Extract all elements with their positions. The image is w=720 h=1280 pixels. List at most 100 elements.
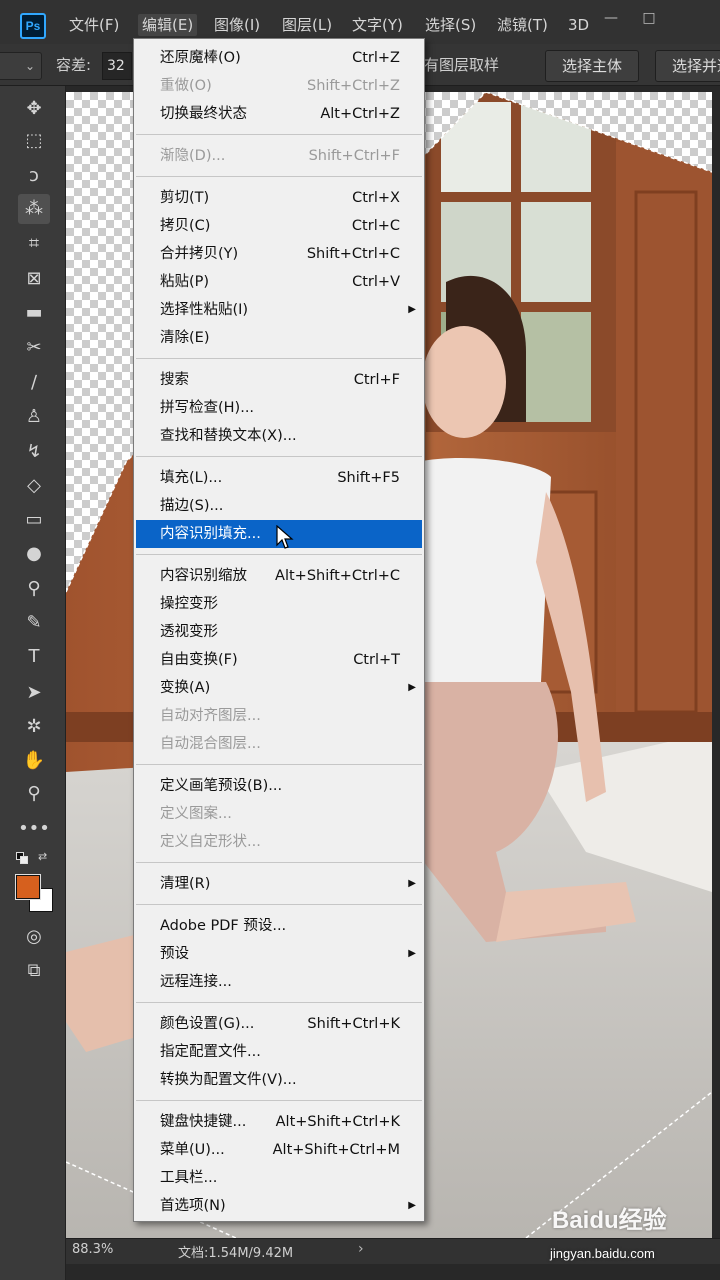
menu-item-shortcut: Ctrl+X xyxy=(352,190,400,206)
menu-item[interactable]: 拷贝(C) Ctrl+C xyxy=(136,212,422,240)
menu-separator xyxy=(136,1100,422,1101)
menu-item[interactable]: 填充(L)... Shift+F5 xyxy=(136,464,422,492)
gradient-tool-icon[interactable]: ▭ xyxy=(18,505,50,535)
menu-item[interactable]: 清理(R) ▶ xyxy=(136,870,422,898)
menu-item-label: 清除(E) xyxy=(160,330,210,346)
menu-separator xyxy=(136,134,422,135)
default-colors-icon[interactable] xyxy=(16,852,28,864)
menu-item[interactable]: 指定配置文件... xyxy=(136,1038,422,1066)
crop-tool-icon[interactable]: ⌗ xyxy=(18,229,50,259)
menu-item[interactable]: 还原魔棒(O) Ctrl+Z xyxy=(136,44,422,72)
menu-separator xyxy=(136,358,422,359)
frame-tool-icon[interactable]: ⊠ xyxy=(18,264,50,294)
menu-item[interactable]: 合并拷贝(Y) Shift+Ctrl+C xyxy=(136,240,422,268)
submenu-arrow-icon: ▶ xyxy=(408,878,416,889)
menu-3d[interactable]: 3D xyxy=(568,14,589,36)
menu-edit[interactable]: 编辑(E) xyxy=(138,14,198,36)
custom-shape-tool-icon[interactable]: ✲ xyxy=(18,712,50,742)
menu-item[interactable]: 内容识别缩放 Alt+Shift+Ctrl+C xyxy=(136,562,422,590)
menu-item-label: 变换(A) xyxy=(160,680,211,696)
menu-separator xyxy=(136,764,422,765)
menu-item[interactable]: 描边(S)... xyxy=(136,492,422,520)
status-menu-arrow-icon[interactable]: › xyxy=(358,1241,364,1257)
menu-item-label: 选择性粘贴(I) xyxy=(160,302,249,318)
menu-item[interactable]: 工具栏... xyxy=(136,1164,422,1192)
select-and-mask-button[interactable]: 选择并遮 xyxy=(655,50,720,82)
menu-item[interactable]: 选择性粘贴(I) ▶ xyxy=(136,296,422,324)
lasso-tool-icon[interactable]: ↄ xyxy=(18,161,50,191)
menu-file[interactable]: 文件(F) xyxy=(69,14,119,36)
menu-item-label: 还原魔棒(O) xyxy=(160,50,241,66)
pen-tool-icon[interactable]: ✎ xyxy=(18,608,50,638)
menu-layer[interactable]: 图层(L) xyxy=(282,14,332,36)
maximize-icon[interactable]: □ xyxy=(634,8,664,28)
menu-item-label: Adobe PDF 预设... xyxy=(160,918,287,934)
menu-image[interactable]: 图像(I) xyxy=(214,14,260,36)
menu-item[interactable]: 预设 ▶ xyxy=(136,940,422,968)
menu-separator xyxy=(136,554,422,555)
menu-item[interactable]: 颜色设置(G)... Shift+Ctrl+K xyxy=(136,1010,422,1038)
ruler-tool-icon[interactable]: ▬ xyxy=(18,298,50,328)
menu-item[interactable]: Adobe PDF 预设... xyxy=(136,912,422,940)
menu-item[interactable]: 转换为配置文件(V)... xyxy=(136,1066,422,1094)
move-tool-icon[interactable]: ✥ xyxy=(18,94,50,124)
menu-item[interactable]: 切换最终状态 Alt+Ctrl+Z xyxy=(136,100,422,128)
screen-mode-icon[interactable]: ⧉ xyxy=(18,956,50,986)
history-brush-tool-icon[interactable]: ↯ xyxy=(18,437,50,467)
menu-item-label: 定义自定形状... xyxy=(160,834,261,850)
tolerance-input[interactable]: 32 xyxy=(102,52,132,80)
menu-item[interactable]: 查找和替换文本(X)... xyxy=(136,422,422,450)
marquee-tool-icon[interactable]: ⬚ xyxy=(18,126,50,156)
menu-item[interactable]: 键盘快捷键... Alt+Shift+Ctrl+K xyxy=(136,1108,422,1136)
menu-item-label: 重做(O) xyxy=(160,78,212,94)
magic-wand-tool-icon[interactable]: ⁂ xyxy=(18,194,50,224)
menu-item-label: 指定配置文件... xyxy=(160,1044,261,1060)
menu-item[interactable]: 搜索 Ctrl+F xyxy=(136,366,422,394)
eraser-tool-icon[interactable]: ◇ xyxy=(18,471,50,501)
hand-tool-icon[interactable]: ✋ xyxy=(18,746,50,776)
brush-tool-icon[interactable]: ∕ xyxy=(18,368,50,398)
path-selection-tool-icon[interactable]: ➤ xyxy=(18,678,50,708)
healing-brush-tool-icon[interactable]: ✂ xyxy=(18,333,50,363)
menu-type[interactable]: 文字(Y) xyxy=(352,14,403,36)
menu-separator xyxy=(136,456,422,457)
menu-item[interactable]: 首选项(N) ▶ xyxy=(136,1192,422,1220)
menu-filter[interactable]: 滤镜(T) xyxy=(497,14,548,36)
select-subject-button[interactable]: 选择主体 xyxy=(545,50,640,82)
quick-mask-icon[interactable]: ◎ xyxy=(18,922,50,952)
menu-item[interactable]: 清除(E) xyxy=(136,324,422,352)
zoom-tool-icon[interactable]: ⚲ xyxy=(18,779,50,809)
menu-item[interactable]: 菜单(U)... Alt+Shift+Ctrl+M xyxy=(136,1136,422,1164)
foreground-color-swatch[interactable] xyxy=(16,875,40,899)
menu-item[interactable]: 操控变形 xyxy=(136,590,422,618)
menu-item-label: 键盘快捷键... xyxy=(160,1114,247,1130)
menu-item[interactable]: 拼写检查(H)... xyxy=(136,394,422,422)
minimize-icon[interactable]: — xyxy=(596,8,626,28)
blur-tool-icon[interactable]: ● xyxy=(18,539,50,569)
menu-item[interactable]: 自由变换(F) Ctrl+T xyxy=(136,646,422,674)
sample-all-layers-label[interactable]: 有图层取样 xyxy=(424,54,499,76)
menu-item[interactable]: 变换(A) ▶ xyxy=(136,674,422,702)
menu-item[interactable]: 剪切(T) Ctrl+X xyxy=(136,184,422,212)
menu-item-label: 合并拷贝(Y) xyxy=(160,246,239,262)
menu-item[interactable]: 定义画笔预设(B)... xyxy=(136,772,422,800)
menu-item[interactable]: 透视变形 xyxy=(136,618,422,646)
menu-item-shortcut: Shift+Ctrl+K xyxy=(307,1016,400,1032)
clone-stamp-tool-icon[interactable]: ♙ xyxy=(18,402,50,432)
zoom-level[interactable]: 88.3% xyxy=(72,1242,113,1257)
tool-preset-dropdown[interactable]: ⌄ xyxy=(0,52,42,80)
menu-item-label: 定义画笔预设(B)... xyxy=(160,778,283,794)
menu-item-label: 自动对齐图层... xyxy=(160,708,261,724)
menu-select[interactable]: 选择(S) xyxy=(425,14,476,36)
dodge-tool-icon[interactable]: ⚲ xyxy=(18,574,50,604)
menu-separator xyxy=(136,862,422,863)
swap-colors-icon[interactable]: ⇄ xyxy=(38,850,47,863)
type-tool-icon[interactable]: T xyxy=(18,642,50,672)
menu-item-label: 拷贝(C) xyxy=(160,218,211,234)
menu-item[interactable]: 远程连接... xyxy=(136,968,422,996)
menu-item-shortcut: Shift+Ctrl+Z xyxy=(307,78,400,94)
menu-item[interactable]: 粘贴(P) Ctrl+V xyxy=(136,268,422,296)
menu-separator xyxy=(136,176,422,177)
more-tools-icon[interactable]: ••• xyxy=(18,814,50,844)
submenu-arrow-icon: ▶ xyxy=(408,304,416,315)
